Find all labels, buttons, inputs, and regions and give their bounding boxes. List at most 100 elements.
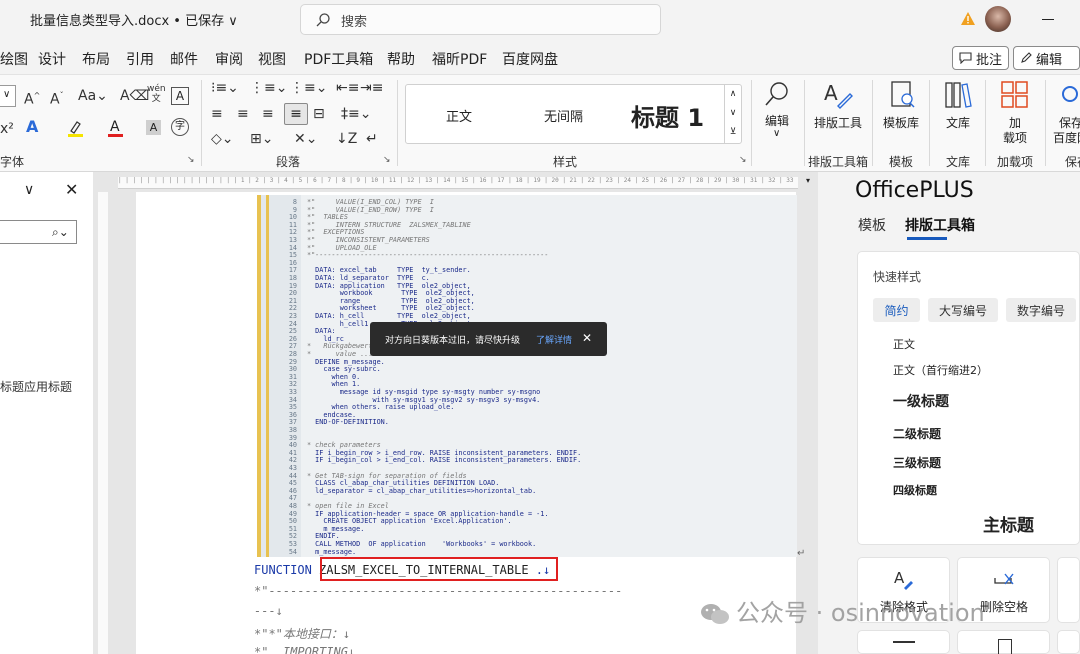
layout-tool-button[interactable]: 排版工具 [814, 114, 862, 131]
quick-style-main-title[interactable]: 主标题 [983, 511, 1034, 536]
close-icon[interactable]: ✕ [582, 331, 592, 345]
chevron-up-icon[interactable]: ∧ [725, 85, 741, 104]
pane-options-icon[interactable]: ∨ [24, 182, 34, 198]
tab-references[interactable]: 引用 [126, 49, 154, 69]
decrease-indent-icon[interactable]: ⇤≡ [336, 80, 359, 96]
chip-simple[interactable]: 简约 [873, 298, 920, 322]
shading-icon[interactable]: ◇⌄ [211, 131, 234, 147]
tab-design[interactable]: 设计 [38, 49, 66, 69]
enclose-characters-icon[interactable]: 字 [171, 118, 189, 136]
tab-pdf-toolbox[interactable]: PDF工具箱 [304, 49, 373, 69]
vertical-ruler[interactable] [98, 192, 108, 654]
line-spacing-icon[interactable]: ‡≡⌄ [341, 106, 371, 122]
sort-icon[interactable]: ↓Z [336, 131, 357, 147]
superscript-icon[interactable]: x² [0, 121, 14, 137]
chevron-down-icon[interactable]: ∨ [725, 104, 741, 123]
warning-icon[interactable] [960, 11, 976, 26]
align-center-icon[interactable]: ≡ [237, 106, 249, 122]
quick-style-heading-2[interactable]: 二级标题 [893, 425, 941, 442]
show-marks-icon[interactable]: ↵ [366, 131, 378, 147]
find-icon[interactable] [762, 80, 792, 110]
styles-scroll[interactable]: ∧ ∨ ⊻ [724, 85, 741, 143]
template-library-button[interactable]: 模板库 [883, 114, 919, 131]
style-normal[interactable]: 正文 [446, 106, 472, 125]
distributed-icon[interactable]: ⊟ [313, 106, 325, 122]
chinese-layout-icon[interactable]: ✕⌄ [294, 131, 317, 147]
quick-style-normal-indent[interactable]: 正文（首行缩进2） [893, 362, 988, 378]
font-color-icon[interactable]: A [106, 118, 126, 138]
paragraph-dialog-launcher-icon[interactable]: ↘ [383, 155, 391, 165]
style-no-spacing[interactable]: 无间隔 [544, 106, 583, 125]
quick-style-normal[interactable]: 正文 [893, 336, 915, 352]
tab-review[interactable]: 审阅 [215, 49, 243, 69]
navigation-search-input[interactable]: ⌕⌄ [0, 220, 77, 244]
layout-tool-icon[interactable]: A [822, 80, 854, 110]
multilevel-list-icon[interactable]: ⋮≡⌄ [290, 80, 327, 96]
font-size-dropdown[interactable]: ∨ [0, 85, 16, 107]
tab-layout[interactable]: 布局 [82, 49, 110, 69]
tool-card[interactable] [1057, 557, 1080, 623]
edit-group-button[interactable]: 编辑 [765, 112, 789, 129]
quick-style-heading-4[interactable]: 四级标题 [893, 482, 937, 498]
style-heading-1[interactable]: 标题 1 [631, 98, 704, 133]
library-icon[interactable] [943, 80, 973, 110]
tab-mailings[interactable]: 邮件 [170, 49, 198, 69]
change-case-icon[interactable]: Aa⌄ [78, 88, 108, 104]
tab-foxit-pdf[interactable]: 福昕PDF [432, 49, 487, 69]
tool-card[interactable] [1057, 630, 1080, 654]
close-icon[interactable]: ✕ [65, 180, 78, 199]
numbering-icon[interactable]: ⋮≡⌄ [250, 80, 287, 96]
paragraph-group-label: 段落 [276, 155, 301, 169]
baidu-save-line2[interactable]: 百度网 [1053, 129, 1080, 146]
tab-baidu-netdisk[interactable]: 百度网盘 [502, 49, 558, 69]
library-button[interactable]: 文库 [946, 114, 970, 131]
align-right-icon[interactable]: ≡ [262, 106, 274, 122]
styles-dialog-launcher-icon[interactable]: ↘ [739, 155, 747, 165]
text-effects-icon[interactable]: A [26, 119, 38, 135]
shrink-font-icon[interactable]: Aˇ [50, 88, 64, 108]
tab-help[interactable]: 帮助 [387, 49, 415, 69]
horizontal-ruler[interactable]: | | | | | | | | | | | | | | | | | 1 | 2 … [118, 177, 798, 189]
tool-card[interactable] [857, 630, 950, 654]
quick-style-heading-1[interactable]: 一级标题 [893, 391, 949, 411]
minimize-icon[interactable] [1042, 19, 1054, 20]
tab-template[interactable]: 模板 [858, 215, 886, 235]
update-toast: 对方向日葵版本过旧，请尽快升级 了解详情 ✕ [370, 322, 607, 356]
template-library-icon[interactable] [888, 80, 918, 110]
search-input[interactable]: 搜索 [300, 4, 661, 35]
tab-draw[interactable]: 绘图 [0, 49, 28, 69]
tool-card[interactable] [957, 630, 1050, 654]
addins-button-line2[interactable]: 载项 [1003, 129, 1027, 146]
align-left-icon[interactable]: ≡ [211, 106, 223, 122]
library-group-label: 文库 [946, 155, 971, 169]
grow-font-icon[interactable]: A^ [24, 88, 40, 108]
tab-layout-toolbox[interactable]: 排版工具箱 [905, 215, 975, 235]
tab-view[interactable]: 视图 [258, 49, 286, 69]
quick-style-heading-3[interactable]: 三级标题 [893, 454, 941, 471]
avatar[interactable] [985, 6, 1011, 32]
font-group-label: 字体 [0, 155, 25, 169]
font-dialog-launcher-icon[interactable]: ↘ [187, 155, 195, 165]
borders-icon[interactable]: ⊞⌄ [250, 131, 273, 147]
clear-formatting-icon[interactable]: A⌫ [120, 88, 149, 104]
edit-mode-button[interactable]: 编辑 [1013, 46, 1080, 70]
comment-button[interactable]: 批注 [952, 46, 1010, 70]
character-border-icon[interactable]: A [171, 87, 189, 105]
highlight-color-icon[interactable] [66, 118, 86, 138]
increase-indent-icon[interactable]: ⇥≡ [360, 80, 383, 96]
bullets-icon[interactable]: ⁝≡⌄ [211, 80, 239, 96]
addins-icon[interactable] [1000, 80, 1030, 110]
svg-text:A: A [894, 569, 905, 587]
baidu-save-icon[interactable] [1060, 82, 1080, 108]
document-title[interactable]: 批量信息类型导入.docx • 已保存 ∨ [30, 10, 238, 29]
remove-spaces-icon [993, 572, 1015, 588]
chevron-down-icon[interactable]: ∨ [773, 128, 780, 139]
character-shading-icon[interactable]: A [146, 120, 161, 135]
chip-number-numbering[interactable]: 数字编号 [1006, 298, 1076, 322]
toast-link[interactable]: 了解详情 [536, 333, 572, 346]
justify-icon[interactable]: ≡ [284, 103, 308, 125]
chip-uppercase-numbering[interactable]: 大写编号 [928, 298, 998, 322]
expand-gallery-icon[interactable]: ⊻ [725, 123, 741, 142]
phonetic-guide-icon[interactable]: wén 文 [147, 84, 166, 104]
ruler-toggle-icon[interactable]: ▾ [806, 176, 816, 185]
